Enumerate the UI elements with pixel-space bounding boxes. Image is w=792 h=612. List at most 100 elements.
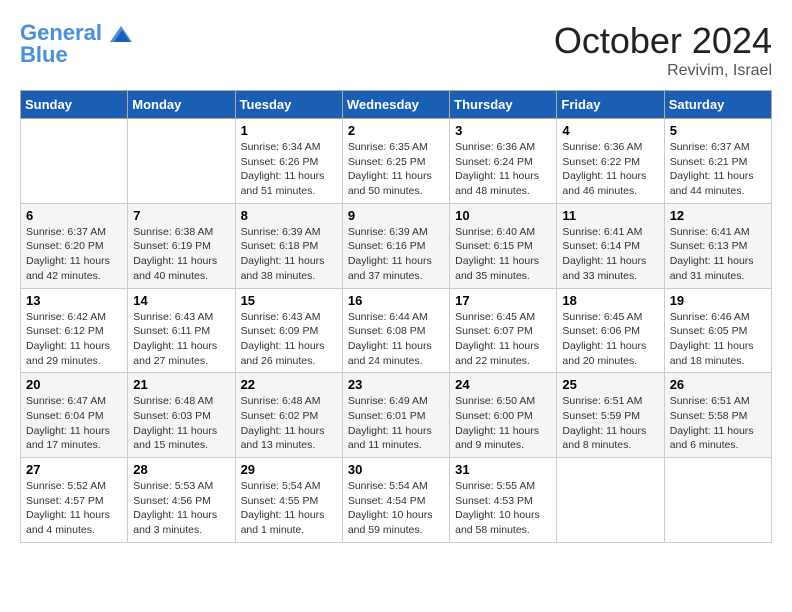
day-info: Sunrise: 6:40 AM Sunset: 6:15 PM Dayligh… xyxy=(455,225,551,284)
calendar-cell: 27 Sunrise: 5:52 AM Sunset: 4:57 PM Dayli… xyxy=(21,458,128,543)
day-info: Sunrise: 6:39 AM Sunset: 6:16 PM Dayligh… xyxy=(348,225,444,284)
day-info: Sunrise: 5:52 AM Sunset: 4:57 PM Dayligh… xyxy=(26,479,122,538)
day-number: 1 xyxy=(241,123,337,138)
calendar-cell: 4 Sunrise: 6:36 AM Sunset: 6:22 PM Daylig… xyxy=(557,119,664,204)
calendar-week-row: 13 Sunrise: 6:42 AM Sunset: 6:12 PM Dayli… xyxy=(21,288,772,373)
day-info: Sunrise: 6:35 AM Sunset: 6:25 PM Dayligh… xyxy=(348,140,444,199)
calendar-cell xyxy=(21,119,128,204)
calendar-cell: 31Sunrise: 5:55 AM Sunset: 4:53 PM Dayli… xyxy=(450,458,557,543)
calendar-cell: 6 Sunrise: 6:37 AM Sunset: 6:20 PM Daylig… xyxy=(21,203,128,288)
calendar-cell: 26 Sunrise: 6:51 AM Sunset: 5:58 PM Dayli… xyxy=(664,373,771,458)
location: Revivim, Israel xyxy=(554,62,772,80)
calendar-cell: 28 Sunrise: 5:53 AM Sunset: 4:56 PM Dayli… xyxy=(128,458,235,543)
day-number: 10 xyxy=(455,208,551,223)
calendar-cell: 3 Sunrise: 6:36 AM Sunset: 6:24 PM Daylig… xyxy=(450,119,557,204)
day-info: Sunrise: 6:37 AM Sunset: 6:20 PM Dayligh… xyxy=(26,225,122,284)
calendar-cell: 17 Sunrise: 6:45 AM Sunset: 6:07 PM Dayli… xyxy=(450,288,557,373)
calendar-day-header: Sunday xyxy=(21,91,128,119)
calendar-day-header: Monday xyxy=(128,91,235,119)
day-info: Sunrise: 6:42 AM Sunset: 6:12 PM Dayligh… xyxy=(26,310,122,369)
calendar-day-header: Tuesday xyxy=(235,91,342,119)
calendar-cell: 16Sunrise: 6:44 AM Sunset: 6:08 PM Dayli… xyxy=(342,288,449,373)
calendar-cell xyxy=(557,458,664,543)
calendar-day-header: Friday xyxy=(557,91,664,119)
day-info: Sunrise: 6:43 AM Sunset: 6:11 PM Dayligh… xyxy=(133,310,229,369)
day-number: 7 xyxy=(133,208,229,223)
day-number: 3 xyxy=(455,123,551,138)
calendar-cell: 23Sunrise: 6:49 AM Sunset: 6:01 PM Dayli… xyxy=(342,373,449,458)
page-header: General Blue October 2024 Revivim, Israe… xyxy=(20,20,772,80)
day-info: Sunrise: 6:41 AM Sunset: 6:13 PM Dayligh… xyxy=(670,225,766,284)
day-number: 18 xyxy=(562,293,658,308)
day-number: 17 xyxy=(455,293,551,308)
day-number: 16 xyxy=(348,293,444,308)
day-number: 30 xyxy=(348,462,444,477)
day-number: 11 xyxy=(562,208,658,223)
calendar-cell: 1Sunrise: 6:34 AM Sunset: 6:26 PM Daylig… xyxy=(235,119,342,204)
calendar-cell: 30Sunrise: 5:54 AM Sunset: 4:54 PM Dayli… xyxy=(342,458,449,543)
day-info: Sunrise: 6:48 AM Sunset: 6:03 PM Dayligh… xyxy=(133,394,229,453)
calendar-day-header: Wednesday xyxy=(342,91,449,119)
calendar-cell: 12 Sunrise: 6:41 AM Sunset: 6:13 PM Dayli… xyxy=(664,203,771,288)
day-number: 5 xyxy=(670,123,766,138)
calendar-day-header: Saturday xyxy=(664,91,771,119)
day-number: 9 xyxy=(348,208,444,223)
calendar-cell: 5 Sunrise: 6:37 AM Sunset: 6:21 PM Daylig… xyxy=(664,119,771,204)
calendar-cell: 24Sunrise: 6:50 AM Sunset: 6:00 PM Dayli… xyxy=(450,373,557,458)
calendar-cell: 7 Sunrise: 6:38 AM Sunset: 6:19 PM Daylig… xyxy=(128,203,235,288)
day-number: 6 xyxy=(26,208,122,223)
day-number: 25 xyxy=(562,377,658,392)
day-info: Sunrise: 6:43 AM Sunset: 6:09 PM Dayligh… xyxy=(241,310,337,369)
calendar-cell: 25 Sunrise: 6:51 AM Sunset: 5:59 PM Dayli… xyxy=(557,373,664,458)
day-number: 19 xyxy=(670,293,766,308)
calendar-cell: 13 Sunrise: 6:42 AM Sunset: 6:12 PM Dayli… xyxy=(21,288,128,373)
calendar-cell: 8 Sunrise: 6:39 AM Sunset: 6:18 PM Daylig… xyxy=(235,203,342,288)
day-number: 28 xyxy=(133,462,229,477)
day-info: Sunrise: 6:38 AM Sunset: 6:19 PM Dayligh… xyxy=(133,225,229,284)
day-info: Sunrise: 6:51 AM Sunset: 5:59 PM Dayligh… xyxy=(562,394,658,453)
day-info: Sunrise: 6:45 AM Sunset: 6:07 PM Dayligh… xyxy=(455,310,551,369)
day-info: Sunrise: 6:36 AM Sunset: 6:24 PM Dayligh… xyxy=(455,140,551,199)
logo: General Blue xyxy=(20,20,132,68)
day-number: 20 xyxy=(26,377,122,392)
day-info: Sunrise: 6:37 AM Sunset: 6:21 PM Dayligh… xyxy=(670,140,766,199)
calendar-cell: 29Sunrise: 5:54 AM Sunset: 4:55 PM Dayli… xyxy=(235,458,342,543)
day-number: 26 xyxy=(670,377,766,392)
calendar-cell: 9 Sunrise: 6:39 AM Sunset: 6:16 PM Daylig… xyxy=(342,203,449,288)
day-number: 14 xyxy=(133,293,229,308)
calendar-cell xyxy=(128,119,235,204)
day-number: 8 xyxy=(241,208,337,223)
day-info: Sunrise: 6:49 AM Sunset: 6:01 PM Dayligh… xyxy=(348,394,444,453)
day-number: 31 xyxy=(455,462,551,477)
calendar-cell: 19 Sunrise: 6:46 AM Sunset: 6:05 PM Dayli… xyxy=(664,288,771,373)
logo-subtext: Blue xyxy=(20,42,68,68)
day-number: 21 xyxy=(133,377,229,392)
day-info: Sunrise: 6:48 AM Sunset: 6:02 PM Dayligh… xyxy=(241,394,337,453)
title-block: October 2024 Revivim, Israel xyxy=(554,20,772,80)
day-info: Sunrise: 6:46 AM Sunset: 6:05 PM Dayligh… xyxy=(670,310,766,369)
day-number: 13 xyxy=(26,293,122,308)
day-number: 12 xyxy=(670,208,766,223)
calendar-cell: 11 Sunrise: 6:41 AM Sunset: 6:14 PM Dayli… xyxy=(557,203,664,288)
calendar-table: SundayMondayTuesdayWednesdayThursdayFrid… xyxy=(20,90,772,543)
day-info: Sunrise: 6:45 AM Sunset: 6:06 PM Dayligh… xyxy=(562,310,658,369)
calendar-cell: 15 Sunrise: 6:43 AM Sunset: 6:09 PM Dayli… xyxy=(235,288,342,373)
calendar-week-row: 27 Sunrise: 5:52 AM Sunset: 4:57 PM Dayli… xyxy=(21,458,772,543)
day-number: 29 xyxy=(241,462,337,477)
calendar-cell: 2Sunrise: 6:35 AM Sunset: 6:25 PM Daylig… xyxy=(342,119,449,204)
month-title: October 2024 xyxy=(554,20,772,62)
day-info: Sunrise: 6:51 AM Sunset: 5:58 PM Dayligh… xyxy=(670,394,766,453)
day-number: 4 xyxy=(562,123,658,138)
day-info: Sunrise: 5:53 AM Sunset: 4:56 PM Dayligh… xyxy=(133,479,229,538)
day-number: 27 xyxy=(26,462,122,477)
calendar-day-header: Thursday xyxy=(450,91,557,119)
day-number: 22 xyxy=(241,377,337,392)
day-info: Sunrise: 6:36 AM Sunset: 6:22 PM Dayligh… xyxy=(562,140,658,199)
day-info: Sunrise: 6:41 AM Sunset: 6:14 PM Dayligh… xyxy=(562,225,658,284)
day-info: Sunrise: 6:39 AM Sunset: 6:18 PM Dayligh… xyxy=(241,225,337,284)
calendar-cell: 20Sunrise: 6:47 AM Sunset: 6:04 PM Dayli… xyxy=(21,373,128,458)
calendar-cell: 18 Sunrise: 6:45 AM Sunset: 6:06 PM Dayli… xyxy=(557,288,664,373)
calendar-week-row: 6 Sunrise: 6:37 AM Sunset: 6:20 PM Daylig… xyxy=(21,203,772,288)
day-number: 15 xyxy=(241,293,337,308)
day-number: 24 xyxy=(455,377,551,392)
